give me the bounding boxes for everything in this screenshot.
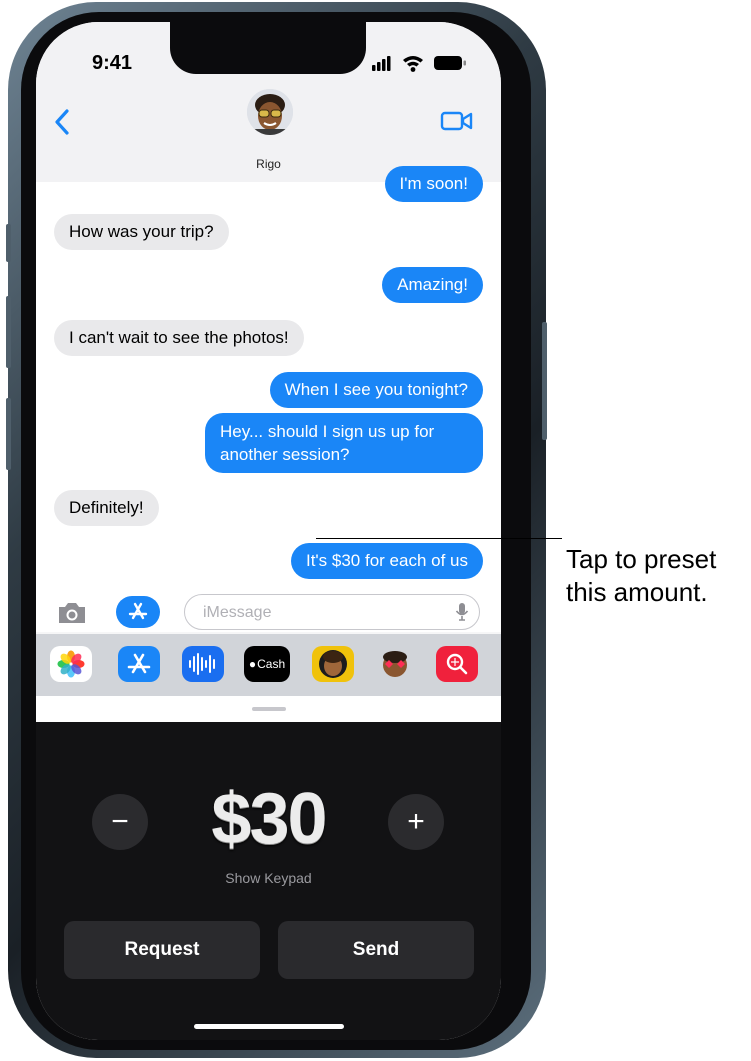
status-icons bbox=[372, 56, 466, 72]
screen: 9:41 Rigo I'm soon! How was your trip? A… bbox=[36, 22, 501, 1040]
message-bubble-in[interactable]: Definitely! bbox=[54, 490, 159, 526]
apple-cash-label: Cash bbox=[257, 657, 286, 671]
callout-line-2: this amount. bbox=[566, 577, 708, 607]
power-button bbox=[542, 322, 547, 440]
photos-app[interactable] bbox=[50, 646, 92, 682]
home-indicator[interactable] bbox=[194, 1024, 344, 1029]
audio-waveform-icon bbox=[189, 653, 215, 675]
request-button[interactable]: Request bbox=[64, 921, 260, 979]
payment-amount[interactable]: $30 bbox=[166, 778, 371, 860]
camera-icon[interactable] bbox=[56, 600, 88, 626]
message-bubble-out[interactable]: When I see you tonight? bbox=[269, 372, 483, 408]
search-images-icon bbox=[446, 653, 468, 675]
memoji-stickers-icon bbox=[383, 651, 407, 677]
dynamic-notch bbox=[170, 22, 366, 74]
callout-line-1: Tap to preset bbox=[566, 544, 717, 574]
send-button[interactable]: Send bbox=[278, 921, 474, 979]
panel-grabber-handle[interactable] bbox=[252, 707, 286, 711]
battery-icon bbox=[434, 56, 466, 70]
memoji-icon bbox=[319, 650, 347, 678]
status-time: 9:41 bbox=[92, 52, 133, 74]
message-bubble-out[interactable]: Hey... should I sign us up for another s… bbox=[205, 413, 483, 473]
apps-button[interactable] bbox=[116, 596, 160, 628]
app-store-app[interactable] bbox=[118, 646, 160, 682]
apple-cash-app[interactable]: ● Cash bbox=[244, 646, 290, 682]
app-store-icon bbox=[127, 653, 151, 674]
increase-amount-button[interactable]: + bbox=[388, 794, 444, 850]
message-bubble-out[interactable]: It's $30 for each of us bbox=[290, 543, 483, 579]
action-button bbox=[6, 224, 11, 262]
microphone-icon[interactable] bbox=[455, 602, 469, 622]
memoji-avatar-icon bbox=[247, 89, 293, 135]
memoji-app[interactable] bbox=[312, 646, 354, 682]
contact-avatar[interactable] bbox=[247, 89, 293, 135]
image-search-app[interactable] bbox=[436, 646, 478, 682]
message-bubble-in[interactable]: How was your trip? bbox=[54, 214, 229, 250]
memoji-stickers-app[interactable] bbox=[374, 646, 416, 682]
message-input-field[interactable] bbox=[184, 594, 480, 630]
photos-icon bbox=[57, 650, 85, 678]
message-input[interactable] bbox=[201, 601, 445, 625]
cellular-signal-icon bbox=[372, 56, 391, 71]
show-keypad-link[interactable]: Show Keypad bbox=[166, 870, 371, 886]
app-store-icon bbox=[128, 602, 148, 620]
apple-cash-icon: ● bbox=[248, 657, 257, 671]
message-thread[interactable]: I'm soon! How was your trip? Amazing! I … bbox=[36, 166, 501, 592]
volume-up-button bbox=[6, 296, 11, 368]
back-chevron-icon[interactable] bbox=[54, 108, 70, 136]
wifi-icon bbox=[403, 56, 423, 72]
message-bubble-out[interactable]: Amazing! bbox=[382, 267, 483, 303]
facetime-video-icon[interactable] bbox=[440, 110, 474, 132]
message-bubble-in[interactable]: I can't wait to see the photos! bbox=[54, 320, 304, 356]
volume-down-button bbox=[6, 398, 11, 470]
decrease-amount-button[interactable]: − bbox=[92, 794, 148, 850]
message-bubble-out[interactable]: I'm soon! bbox=[384, 166, 483, 202]
imessage-app-drawer: ● Cash bbox=[36, 634, 501, 696]
callout-label: Tap to preset this amount. bbox=[566, 543, 716, 609]
audio-message-app[interactable] bbox=[182, 646, 224, 682]
apple-cash-panel bbox=[36, 696, 501, 1040]
callout-leader-line bbox=[316, 538, 562, 539]
